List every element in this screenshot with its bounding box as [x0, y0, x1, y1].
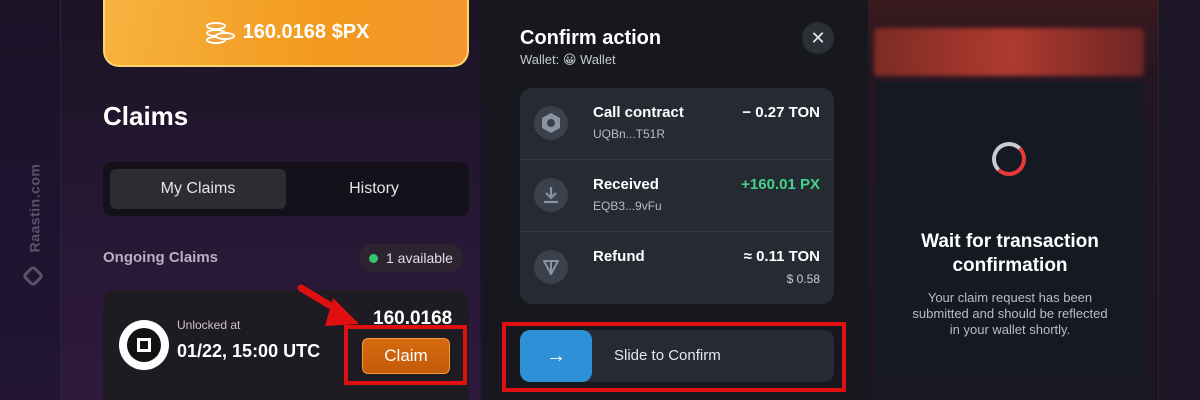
- loading-spinner-icon: [992, 142, 1026, 176]
- avatar: [119, 320, 169, 370]
- claims-tabs: My Claims History: [103, 162, 469, 216]
- download-icon: [534, 178, 568, 212]
- token-logo-icon: [137, 338, 151, 352]
- action-row-call-contract: Call contract UQBn...T51R − 0.27 TON: [520, 88, 834, 160]
- action-title: Received: [593, 176, 659, 193]
- tab-my-claims[interactable]: My Claims: [110, 169, 286, 209]
- action-row-refund: Refund ≈ 0.11 TON $ 0.58: [520, 232, 834, 304]
- close-icon: ✕: [810, 27, 826, 48]
- ton-icon: [534, 250, 568, 284]
- action-title: Refund: [593, 248, 645, 265]
- coins-icon: [203, 18, 235, 48]
- status-dot-icon: [369, 253, 378, 263]
- available-badge: 1 available: [359, 244, 463, 272]
- wait-description: Your claim request has been submitted an…: [912, 290, 1108, 337]
- action-address: EQB3...9vFu: [593, 199, 662, 213]
- balance-card: 160.0168 $PX: [103, 0, 469, 67]
- watermark-text: Raastin.com: [26, 163, 43, 253]
- claims-panel: 160.0168 $PX Claims My Claims History On…: [60, 0, 480, 400]
- action-address: UQBn...T51R: [593, 127, 666, 141]
- unlock-date: 01/22, 15:00 UTC: [177, 341, 321, 361]
- wait-title: Wait for transaction confirmation: [921, 231, 1099, 276]
- action-fiat-value: $ 0.58: [786, 272, 820, 286]
- modal-title: Confirm action: [520, 27, 662, 49]
- action-row-received: Received EQB3...9vFu +160.01 PX: [520, 160, 834, 232]
- action-title: Call contract: [593, 104, 684, 121]
- action-amount: ≈ 0.11 TON: [743, 248, 820, 265]
- wait-panel: Wait for transaction confirmation Your c…: [868, 0, 1158, 400]
- balance-amount: 160.0168 $PX: [242, 21, 370, 43]
- close-button[interactable]: ✕: [802, 22, 834, 54]
- tab-history[interactable]: History: [286, 169, 462, 209]
- arrow-pointer-icon: [297, 284, 359, 326]
- hexagon-nut-icon: [534, 106, 568, 140]
- wait-card: Wait for transaction confirmation Your c…: [876, 82, 1144, 378]
- wallet-label: Wallet: 😀 Wallet: [520, 52, 616, 67]
- action-amount: +160.01 PX: [741, 176, 820, 193]
- page-title: Claims: [103, 101, 189, 131]
- blurred-banner: [874, 28, 1144, 76]
- highlight-box-claim: [344, 325, 467, 385]
- unlock-label: Unlocked at: [177, 318, 241, 332]
- action-list: Call contract UQBn...T51R − 0.27 TON Rec…: [520, 88, 834, 304]
- available-badge-text: 1 available: [386, 250, 453, 266]
- action-amount: − 0.27 TON: [742, 104, 820, 121]
- watermark: Raastin.com: [18, 160, 48, 290]
- highlight-box-slider: [502, 322, 846, 392]
- watermark-logo-icon: [21, 264, 45, 288]
- ongoing-claims-label: Ongoing Claims: [103, 249, 219, 266]
- background-edge: [1158, 0, 1200, 400]
